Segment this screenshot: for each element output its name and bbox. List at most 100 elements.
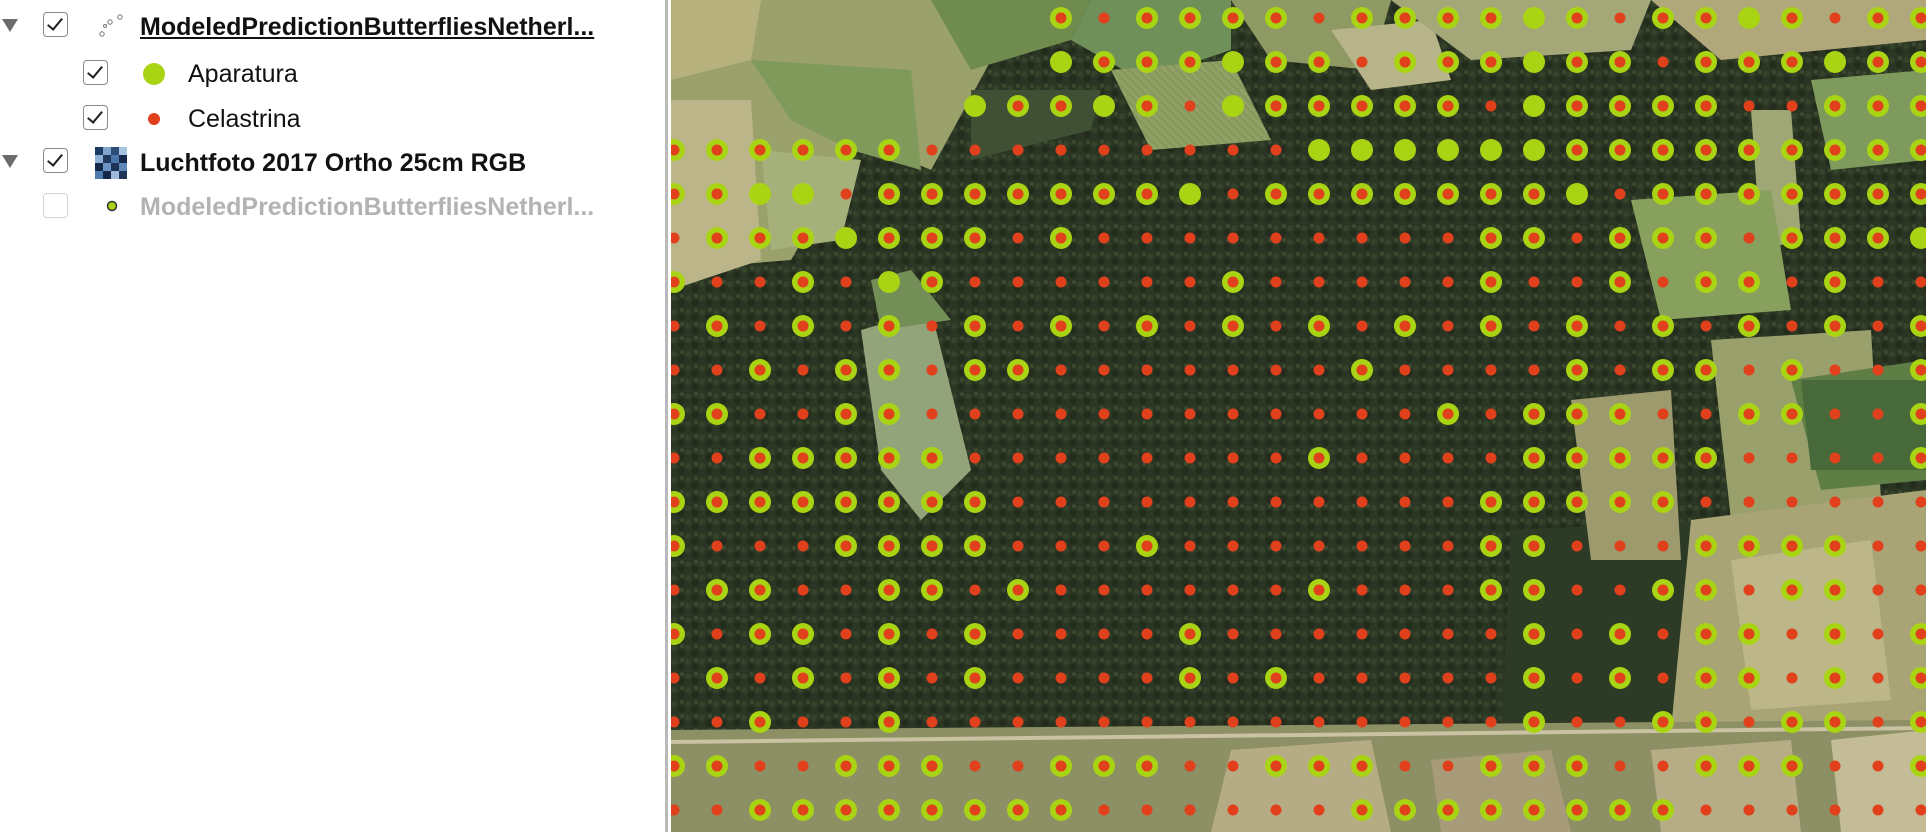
celastrina-point xyxy=(1055,804,1067,816)
celastrina-point xyxy=(1915,320,1926,332)
celastrina-point xyxy=(1829,364,1841,376)
layer-checkbox[interactable] xyxy=(43,193,68,218)
celastrina-point xyxy=(1141,628,1153,640)
legend-checkbox[interactable] xyxy=(83,105,108,130)
map-canvas[interactable] xyxy=(671,0,1926,832)
celastrina-point xyxy=(969,276,981,288)
celastrina-point xyxy=(1657,100,1669,112)
celastrina-point xyxy=(969,716,981,728)
celastrina-point xyxy=(1270,12,1282,24)
aerial-photo-basemap xyxy=(671,0,1926,832)
celastrina-point xyxy=(1657,364,1669,376)
raster-layer-icon xyxy=(95,147,127,179)
celastrina-point xyxy=(1872,496,1884,508)
layer-row-modeled-prediction-2[interactable]: ModeledPredictionButterfliesNetherl... xyxy=(0,186,665,226)
celastrina-point xyxy=(1055,496,1067,508)
celastrina-point xyxy=(1485,12,1497,24)
aparatura-point xyxy=(964,95,986,117)
celastrina-point xyxy=(1571,56,1583,68)
expand-arrow-icon[interactable] xyxy=(2,19,18,32)
celastrina-point xyxy=(711,672,723,684)
celastrina-point xyxy=(1657,760,1669,772)
expand-arrow-icon[interactable] xyxy=(2,155,18,168)
celastrina-point xyxy=(1786,584,1798,596)
celastrina-point xyxy=(1786,716,1798,728)
celastrina-point xyxy=(1571,364,1583,376)
celastrina-point xyxy=(1915,540,1926,552)
celastrina-point xyxy=(1055,584,1067,596)
green-dot-icon xyxy=(143,63,165,85)
celastrina-point xyxy=(711,364,723,376)
celastrina-point xyxy=(1313,760,1325,772)
celastrina-point xyxy=(1141,760,1153,772)
celastrina-point xyxy=(1227,716,1239,728)
celastrina-point xyxy=(1012,320,1024,332)
celastrina-point xyxy=(1270,188,1282,200)
celastrina-point xyxy=(926,760,938,772)
celastrina-point xyxy=(797,452,809,464)
celastrina-point xyxy=(797,364,809,376)
legend-item-celastrina[interactable]: Celastrina xyxy=(0,97,665,137)
celastrina-point xyxy=(1399,12,1411,24)
celastrina-point xyxy=(1657,716,1669,728)
celastrina-point xyxy=(1700,12,1712,24)
celastrina-point xyxy=(1227,364,1239,376)
layer-row-luchtfoto[interactable]: Luchtfoto 2017 Ortho 25cm RGB xyxy=(0,142,665,182)
celastrina-point xyxy=(1743,56,1755,68)
celastrina-point xyxy=(1141,188,1153,200)
legend-checkbox[interactable] xyxy=(83,60,108,85)
celastrina-point xyxy=(1442,452,1454,464)
celastrina-point xyxy=(1614,320,1626,332)
celastrina-point xyxy=(1657,452,1669,464)
aparatura-point xyxy=(1480,139,1502,161)
celastrina-point xyxy=(1141,100,1153,112)
celastrina-point xyxy=(1614,276,1626,288)
layer-checkbox[interactable] xyxy=(43,148,68,173)
celastrina-point xyxy=(1227,540,1239,552)
layer-row-modeled-prediction[interactable]: ModeledPredictionButterfliesNetherl... xyxy=(0,6,665,46)
celastrina-point xyxy=(840,452,852,464)
celastrina-point xyxy=(969,496,981,508)
celastrina-point xyxy=(1915,496,1926,508)
celastrina-point xyxy=(1786,804,1798,816)
celastrina-point xyxy=(797,540,809,552)
celastrina-point xyxy=(1614,144,1626,156)
celastrina-point xyxy=(1098,56,1110,68)
celastrina-point xyxy=(1614,716,1626,728)
celastrina-point xyxy=(1743,540,1755,552)
celastrina-point xyxy=(1399,584,1411,596)
celastrina-point xyxy=(1227,628,1239,640)
aparatura-point xyxy=(1179,183,1201,205)
celastrina-point xyxy=(883,716,895,728)
celastrina-point xyxy=(1098,408,1110,420)
layers-panel: ModeledPredictionButterfliesNetherl... A… xyxy=(0,0,668,832)
celastrina-point xyxy=(1700,364,1712,376)
celastrina-point xyxy=(797,716,809,728)
map-view[interactable] xyxy=(671,0,1926,832)
celastrina-point xyxy=(1356,364,1368,376)
celastrina-point xyxy=(1184,716,1196,728)
celastrina-point xyxy=(797,408,809,420)
celastrina-point xyxy=(1485,716,1497,728)
celastrina-point xyxy=(1657,144,1669,156)
celastrina-point xyxy=(711,804,723,816)
layer-checkbox[interactable] xyxy=(43,12,68,37)
legend-item-aparatura[interactable]: Aparatura xyxy=(0,52,665,92)
celastrina-point xyxy=(754,628,766,640)
celastrina-point xyxy=(1356,760,1368,772)
celastrina-point xyxy=(1098,584,1110,596)
celastrina-point xyxy=(754,276,766,288)
aparatura-point xyxy=(1437,139,1459,161)
celastrina-point xyxy=(926,496,938,508)
celastrina-point xyxy=(840,408,852,420)
celastrina-point xyxy=(1227,452,1239,464)
celastrina-point xyxy=(1227,320,1239,332)
celastrina-point xyxy=(1227,584,1239,596)
celastrina-point xyxy=(1141,540,1153,552)
layer-name: Luchtfoto 2017 Ortho 25cm RGB xyxy=(140,149,527,177)
celastrina-point xyxy=(926,716,938,728)
aparatura-point xyxy=(835,227,857,249)
celastrina-point xyxy=(1743,232,1755,244)
celastrina-point xyxy=(969,540,981,552)
celastrina-point xyxy=(1313,584,1325,596)
